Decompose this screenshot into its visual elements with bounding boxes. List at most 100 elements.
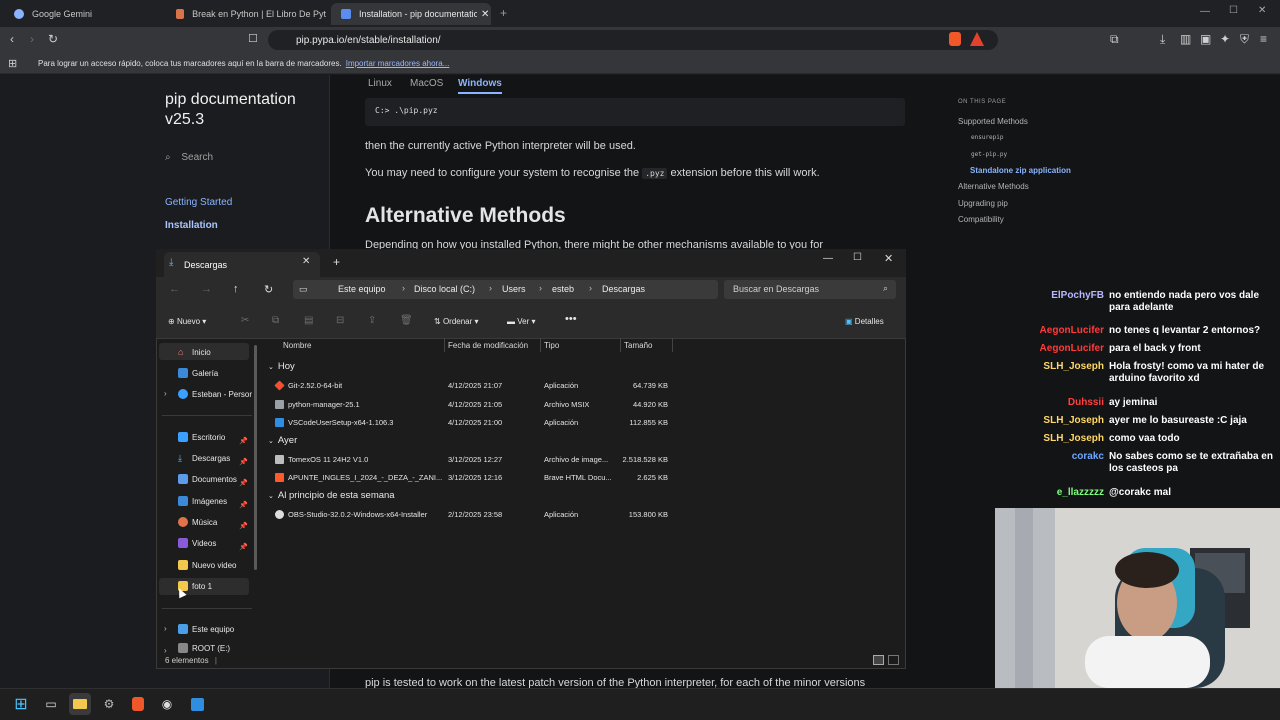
nav-galeria[interactable]: Galería: [178, 364, 218, 382]
task-view-icon[interactable]: ▭: [40, 693, 62, 715]
github-icon[interactable]: ◉: [156, 693, 178, 715]
col-header-date[interactable]: Fecha de modificación: [448, 341, 528, 350]
toc-ensurepip[interactable]: ensurepip: [971, 134, 1004, 141]
nav-onedrive[interactable]: Esteban - Persor: [178, 385, 252, 403]
delete-icon[interactable]: 🗑: [400, 315, 413, 326]
brave-browser-icon[interactable]: [127, 693, 149, 715]
group-hoy[interactable]: ⌄ Hoy: [268, 361, 295, 372]
refresh-icon[interactable]: ↻: [264, 283, 273, 296]
forward-icon[interactable]: →: [201, 283, 212, 295]
downloads-icon[interactable]: ⤓: [1160, 32, 1165, 47]
docs-title[interactable]: pip documentation v25.3: [165, 90, 296, 130]
cut-icon[interactable]: ✂: [241, 315, 249, 326]
crumb-esteb[interactable]: esteb: [552, 284, 574, 294]
nav-imagenes[interactable]: Imágenes: [178, 492, 227, 510]
view-button[interactable]: ▬ Ver ▾: [507, 317, 536, 326]
explorer-search[interactable]: Buscar en Descargas ⌕: [724, 280, 896, 299]
file-row[interactable]: OBS-Studio-32.0.2-Windows-x64-Installer …: [263, 506, 673, 524]
group-semana[interactable]: ⌄ Al principio de esta semana: [268, 490, 395, 501]
menu-icon[interactable]: ≡: [1260, 32, 1267, 46]
toc-get-pip[interactable]: get-pip.py: [971, 151, 1007, 158]
toc-upgrading-pip[interactable]: Upgrading pip: [958, 199, 1008, 208]
tab-pip-installation[interactable]: Installation - pip documentation ✕: [331, 3, 491, 25]
crumb-users[interactable]: Users: [502, 284, 526, 294]
column-divider[interactable]: [620, 338, 621, 352]
file-row[interactable]: python-manager-25.1 4/12/2025 21:05 Arch…: [263, 396, 673, 414]
settings-icon[interactable]: ⚙: [98, 693, 120, 715]
nav-musica[interactable]: Música: [178, 513, 217, 531]
nav-installation[interactable]: Installation: [165, 220, 218, 231]
maximize-icon[interactable]: ☐: [853, 252, 862, 263]
chevron-right-icon[interactable]: ›: [164, 646, 167, 655]
more-options-icon[interactable]: •••: [565, 313, 577, 325]
crumb-descargas[interactable]: Descargas: [602, 284, 645, 294]
new-tab-button[interactable]: +: [333, 255, 340, 269]
column-divider[interactable]: [444, 338, 445, 352]
wallet-icon[interactable]: ▣: [1200, 32, 1211, 46]
copy-icon[interactable]: ⧉: [272, 315, 279, 326]
file-explorer-icon[interactable]: [69, 693, 91, 715]
up-icon[interactable]: ↑: [233, 283, 239, 295]
sort-button[interactable]: ⇅ Ordenar ▾: [434, 317, 479, 326]
toc-supported-methods[interactable]: Supported Methods: [958, 117, 1028, 126]
tiles-view-icon[interactable]: [888, 655, 899, 665]
address-bar[interactable]: pip.pypa.io/en/stable/installation/: [268, 30, 998, 50]
close-window-icon[interactable]: ✕: [1258, 5, 1266, 16]
nav-inicio[interactable]: ⌂ Inicio: [178, 343, 211, 361]
nav-documentos[interactable]: Documentos: [178, 470, 237, 488]
col-header-name[interactable]: Nombre: [283, 341, 311, 350]
back-icon[interactable]: ←: [169, 283, 180, 295]
reload-icon[interactable]: ↻: [48, 32, 58, 46]
back-icon[interactable]: ‹: [10, 32, 14, 46]
crumb-este-equipo[interactable]: Este equipo: [338, 284, 386, 294]
brave-shield-icon[interactable]: [949, 32, 961, 46]
details-view-icon[interactable]: [873, 655, 884, 665]
new-button[interactable]: ⊕ Nuevo ▾: [168, 317, 206, 326]
sidebar-icon[interactable]: ▥: [1180, 32, 1191, 46]
toc-alternative-methods[interactable]: Alternative Methods: [958, 182, 1029, 191]
extensions-icon[interactable]: ⧉: [1110, 32, 1119, 47]
vscode-taskbar-icon[interactable]: [186, 693, 208, 715]
file-row[interactable]: Git-2.52.0-64-bit 4/12/2025 21:07 Aplica…: [263, 377, 673, 395]
col-header-size[interactable]: Tamaño: [624, 341, 652, 350]
new-tab-button[interactable]: +: [500, 6, 507, 20]
nav-este-equipo[interactable]: Este equipo: [178, 620, 234, 638]
close-window-icon[interactable]: ✕: [884, 252, 893, 265]
col-header-type[interactable]: Tipo: [544, 341, 559, 350]
tab-windows[interactable]: Windows: [458, 78, 502, 94]
nav-descargas[interactable]: ⤓ Descargas: [178, 449, 230, 467]
start-icon[interactable]: ⊞: [10, 693, 32, 715]
nav-videos[interactable]: Videos: [178, 534, 216, 552]
file-row[interactable]: TomexOS 11 24H2 V1.0 3/12/2025 12:27 Arc…: [263, 451, 673, 469]
tab-linux[interactable]: Linux: [368, 78, 392, 89]
toc-standalone-zip[interactable]: Standalone zip application: [970, 166, 1071, 175]
nav-root-drive[interactable]: ROOT (E:): [178, 643, 230, 653]
toc-compatibility[interactable]: Compatibility: [958, 215, 1004, 224]
nav-nuevo-video[interactable]: Nuevo video: [178, 556, 236, 574]
bookmark-icon[interactable]: ☐: [248, 32, 258, 45]
crumb-disco-local[interactable]: Disco local (C:): [414, 284, 475, 294]
details-button[interactable]: ▣ Detalles: [845, 317, 884, 326]
paste-icon[interactable]: ▤: [304, 315, 313, 326]
tab-google-gemini[interactable]: Google Gemini: [4, 3, 164, 25]
close-tab-icon[interactable]: ✕: [481, 9, 489, 20]
file-row[interactable]: VSCodeUserSetup-x64-1.106.3 4/12/2025 21…: [263, 414, 673, 432]
vpn-icon[interactable]: ⛨: [1240, 32, 1249, 47]
column-divider[interactable]: [672, 338, 673, 352]
tab-macos[interactable]: MacOS: [410, 78, 443, 89]
nav-getting-started[interactable]: Getting Started: [165, 197, 232, 208]
minimize-icon[interactable]: —: [823, 253, 833, 264]
column-divider[interactable]: [540, 338, 541, 352]
tab-break-python[interactable]: Break en Python | El Libro De Pyt: [166, 3, 326, 25]
import-bookmarks-link[interactable]: Importar marcadores ahora...: [346, 59, 450, 68]
docs-search[interactable]: ⌕ Search: [165, 152, 315, 163]
chevron-right-icon[interactable]: ›: [164, 624, 167, 633]
rename-icon[interactable]: ⊟: [336, 315, 344, 326]
share-icon[interactable]: ⇪: [368, 315, 376, 326]
ai-icon[interactable]: ✦: [1220, 32, 1230, 46]
close-tab-icon[interactable]: ✕: [302, 256, 310, 267]
minimize-icon[interactable]: —: [1200, 6, 1210, 17]
explorer-tab[interactable]: Descargas: [164, 252, 320, 277]
chevron-right-icon[interactable]: ›: [164, 389, 167, 398]
maximize-icon[interactable]: ☐: [1229, 5, 1238, 16]
